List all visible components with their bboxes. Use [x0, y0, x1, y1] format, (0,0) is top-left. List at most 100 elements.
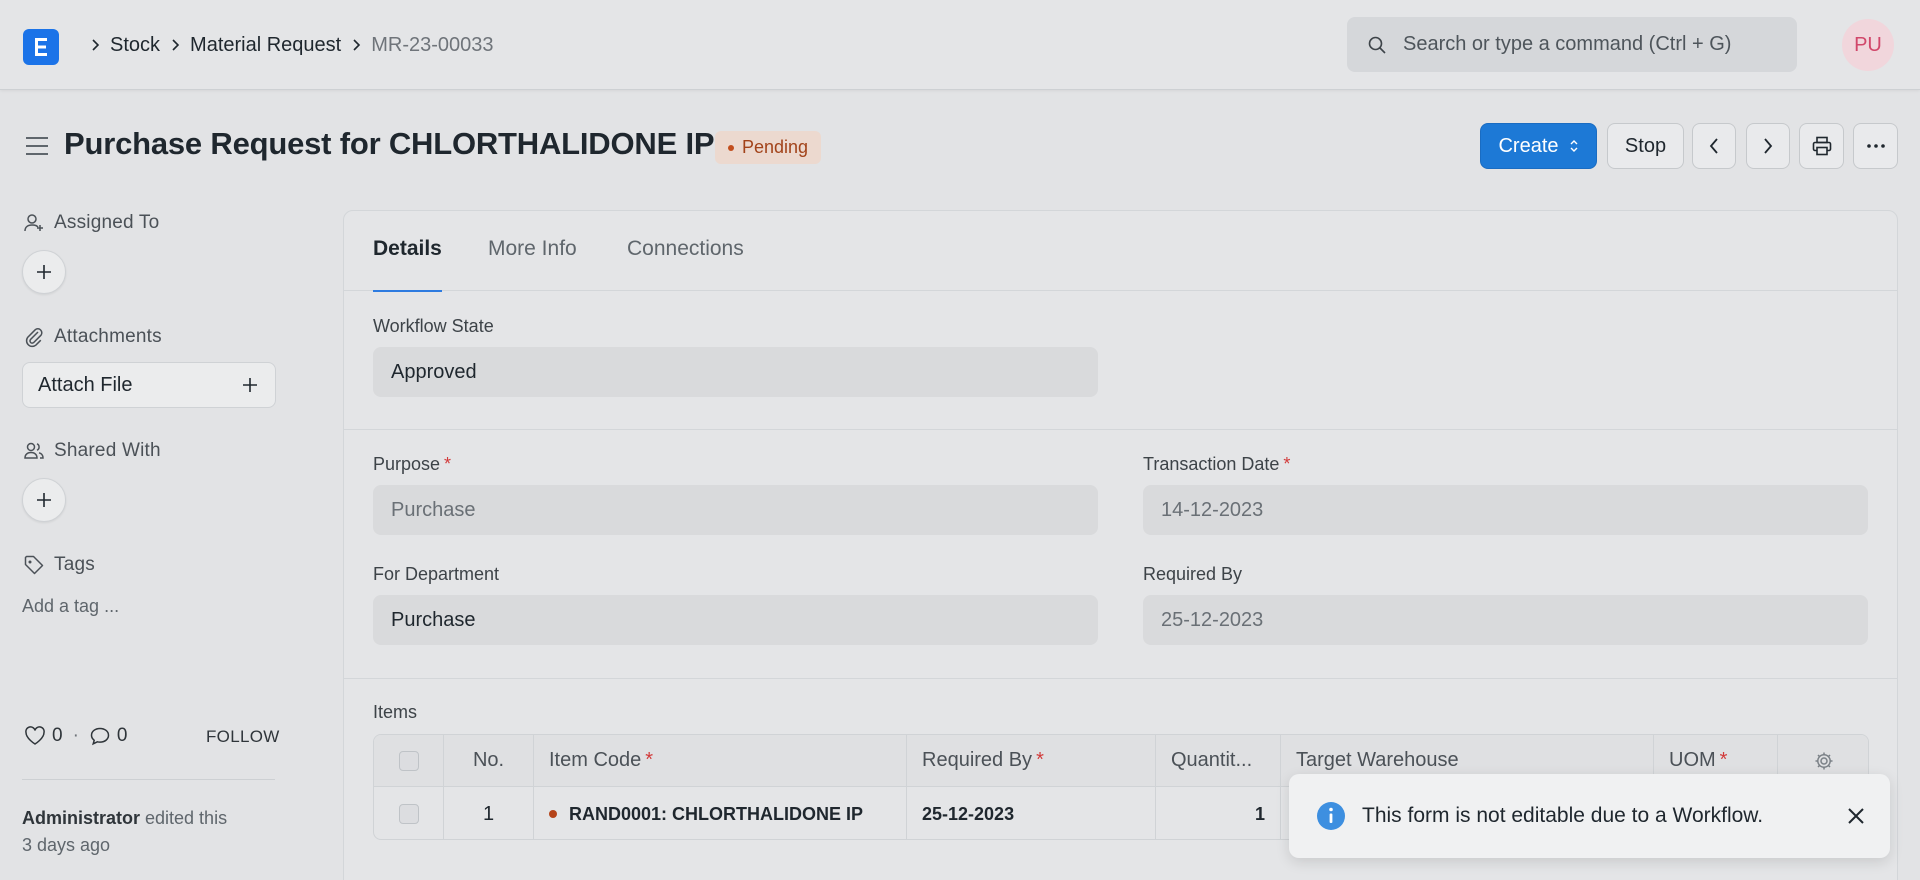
stop-button[interactable]: Stop [1607, 123, 1684, 169]
info-icon [1316, 801, 1346, 831]
row-select-cell [374, 787, 444, 839]
app-logo[interactable] [23, 29, 59, 65]
status-dot [728, 144, 734, 151]
workflow-state-field[interactable]: Approved [373, 347, 1098, 397]
attach-file-label: Attach File [38, 373, 133, 396]
top-navbar: Stock Material Request MR-23-00033 Searc… [0, 0, 1920, 90]
assigned-to-text: Assigned To [54, 212, 160, 233]
col-item-code: Item Code * [534, 735, 907, 786]
cell-item-code[interactable]: RAND0001: CHLORTHALIDONE IP [534, 787, 907, 839]
cell-required-by[interactable]: 25-12-2023 [907, 787, 1156, 839]
activity-user[interactable]: Administrator [22, 808, 140, 828]
chevron-right-icon [1764, 138, 1773, 154]
purpose-field[interactable]: Purchase [373, 485, 1098, 535]
plus-icon [37, 265, 51, 279]
transaction-date-label-text: Transaction Date [1143, 454, 1280, 474]
quantity-value: 1 [1254, 803, 1265, 824]
section-divider [344, 678, 1897, 679]
users-icon [23, 440, 45, 462]
transaction-date-field[interactable]: 14-12-2023 [1143, 485, 1868, 535]
previous-record-button[interactable] [1692, 123, 1736, 169]
purpose-label: Purpose * [373, 454, 451, 475]
items-label: Items [373, 702, 418, 722]
select-all-cell [374, 735, 444, 786]
print-button[interactable] [1799, 123, 1844, 169]
for-department-label: For Department [373, 564, 500, 584]
required-marker: * [1283, 454, 1291, 474]
page-title: Purchase Request for CHLORTHALIDONE IP [64, 126, 715, 161]
toast-message: This form is not editable due to a Workf… [1362, 804, 1764, 827]
attachments-text: Attachments [54, 326, 162, 347]
activity-text: edited this [140, 808, 228, 828]
tab-details[interactable]: Details [373, 237, 442, 292]
workflow-toast: This form is not editable due to a Workf… [1289, 774, 1890, 858]
tab-more-info[interactable]: More Info [488, 237, 577, 291]
paperclip-icon [23, 326, 45, 348]
chevron-right-icon [343, 38, 369, 52]
chevron-right-icon [82, 38, 108, 52]
plus-icon [37, 493, 51, 507]
activity-time: 3 days ago [22, 835, 111, 855]
breadcrumb-stock[interactable]: Stock [110, 34, 160, 57]
add-assignee-button[interactable] [22, 250, 66, 294]
next-record-button[interactable] [1746, 123, 1790, 169]
attachments-label: Attachments [23, 326, 162, 348]
row-checkbox[interactable] [398, 804, 419, 824]
status-text: Pending [742, 137, 809, 157]
more-actions-button[interactable] [1853, 123, 1898, 169]
create-label: Create [1498, 134, 1559, 157]
required-marker: * [645, 749, 654, 771]
dot-separator: · [72, 725, 79, 746]
required-marker: * [1719, 749, 1728, 771]
divider [22, 779, 275, 780]
tags-text: Tags [54, 554, 95, 575]
comment-icon[interactable] [89, 726, 111, 746]
for-department-field[interactable]: Purchase [373, 595, 1098, 645]
search-icon [1367, 35, 1387, 55]
last-activity: Administrator edited this 3 days ago [22, 805, 282, 859]
purpose-label-text: Purpose [373, 454, 441, 474]
chevron-right-icon [162, 38, 188, 52]
workflow-state-label: Workflow State [373, 316, 494, 336]
cell-no: 1 [444, 787, 534, 839]
shared-with-text: Shared With [54, 440, 161, 461]
chevron-left-icon [1709, 138, 1718, 154]
col-quantity: Quantit... [1156, 735, 1281, 786]
item-status-dot [549, 810, 557, 818]
section-divider [344, 429, 1897, 430]
close-icon[interactable] [1846, 806, 1866, 826]
item-code-value: RAND0001: CHLORTHALIDONE IP [569, 803, 864, 824]
select-chevron-icon [1569, 138, 1579, 154]
shared-with-label: Shared With [23, 440, 161, 462]
follow-button[interactable]: FOLLOW [206, 727, 280, 747]
required-marker: * [1036, 749, 1044, 771]
printer-icon [1812, 136, 1831, 156]
attach-file-button[interactable]: Attach File [22, 362, 276, 408]
add-tag-link[interactable]: Add a tag ... [22, 596, 119, 617]
select-all-checkbox[interactable] [398, 750, 419, 771]
add-share-button[interactable] [22, 478, 66, 522]
col-item-code-text: Item Code [549, 749, 642, 771]
sidebar-toggle-icon[interactable] [24, 133, 50, 159]
search-input[interactable]: Search or type a command (Ctrl + G) [1347, 17, 1797, 72]
avatar[interactable]: PU [1842, 19, 1894, 71]
col-required-by-text: Required By [922, 749, 1033, 771]
col-uom-text: UOM [1669, 749, 1716, 771]
create-button[interactable]: Create [1480, 123, 1597, 169]
breadcrumb-current[interactable]: MR-23-00033 [371, 34, 493, 57]
gear-icon [1815, 752, 1833, 769]
required-by-label: Required By [1143, 564, 1243, 584]
transaction-date-label: Transaction Date * [1143, 454, 1290, 475]
heart-icon[interactable] [24, 726, 46, 746]
required-by-value: 25-12-2023 [922, 803, 1015, 824]
likes-comments: 0 · 0 [24, 725, 127, 747]
breadcrumb: Stock Material Request MR-23-00033 [80, 31, 494, 59]
cell-quantity[interactable]: 1 [1156, 787, 1281, 839]
breadcrumb-material-request[interactable]: Material Request [190, 34, 341, 57]
required-by-field[interactable]: 25-12-2023 [1143, 595, 1868, 645]
user-add-icon [23, 212, 45, 234]
form-tabs: Details More Info Connections [344, 211, 1897, 292]
comment-count: 0 [116, 725, 128, 746]
tab-connections[interactable]: Connections [627, 237, 744, 291]
status-badge: Pending [715, 131, 822, 164]
